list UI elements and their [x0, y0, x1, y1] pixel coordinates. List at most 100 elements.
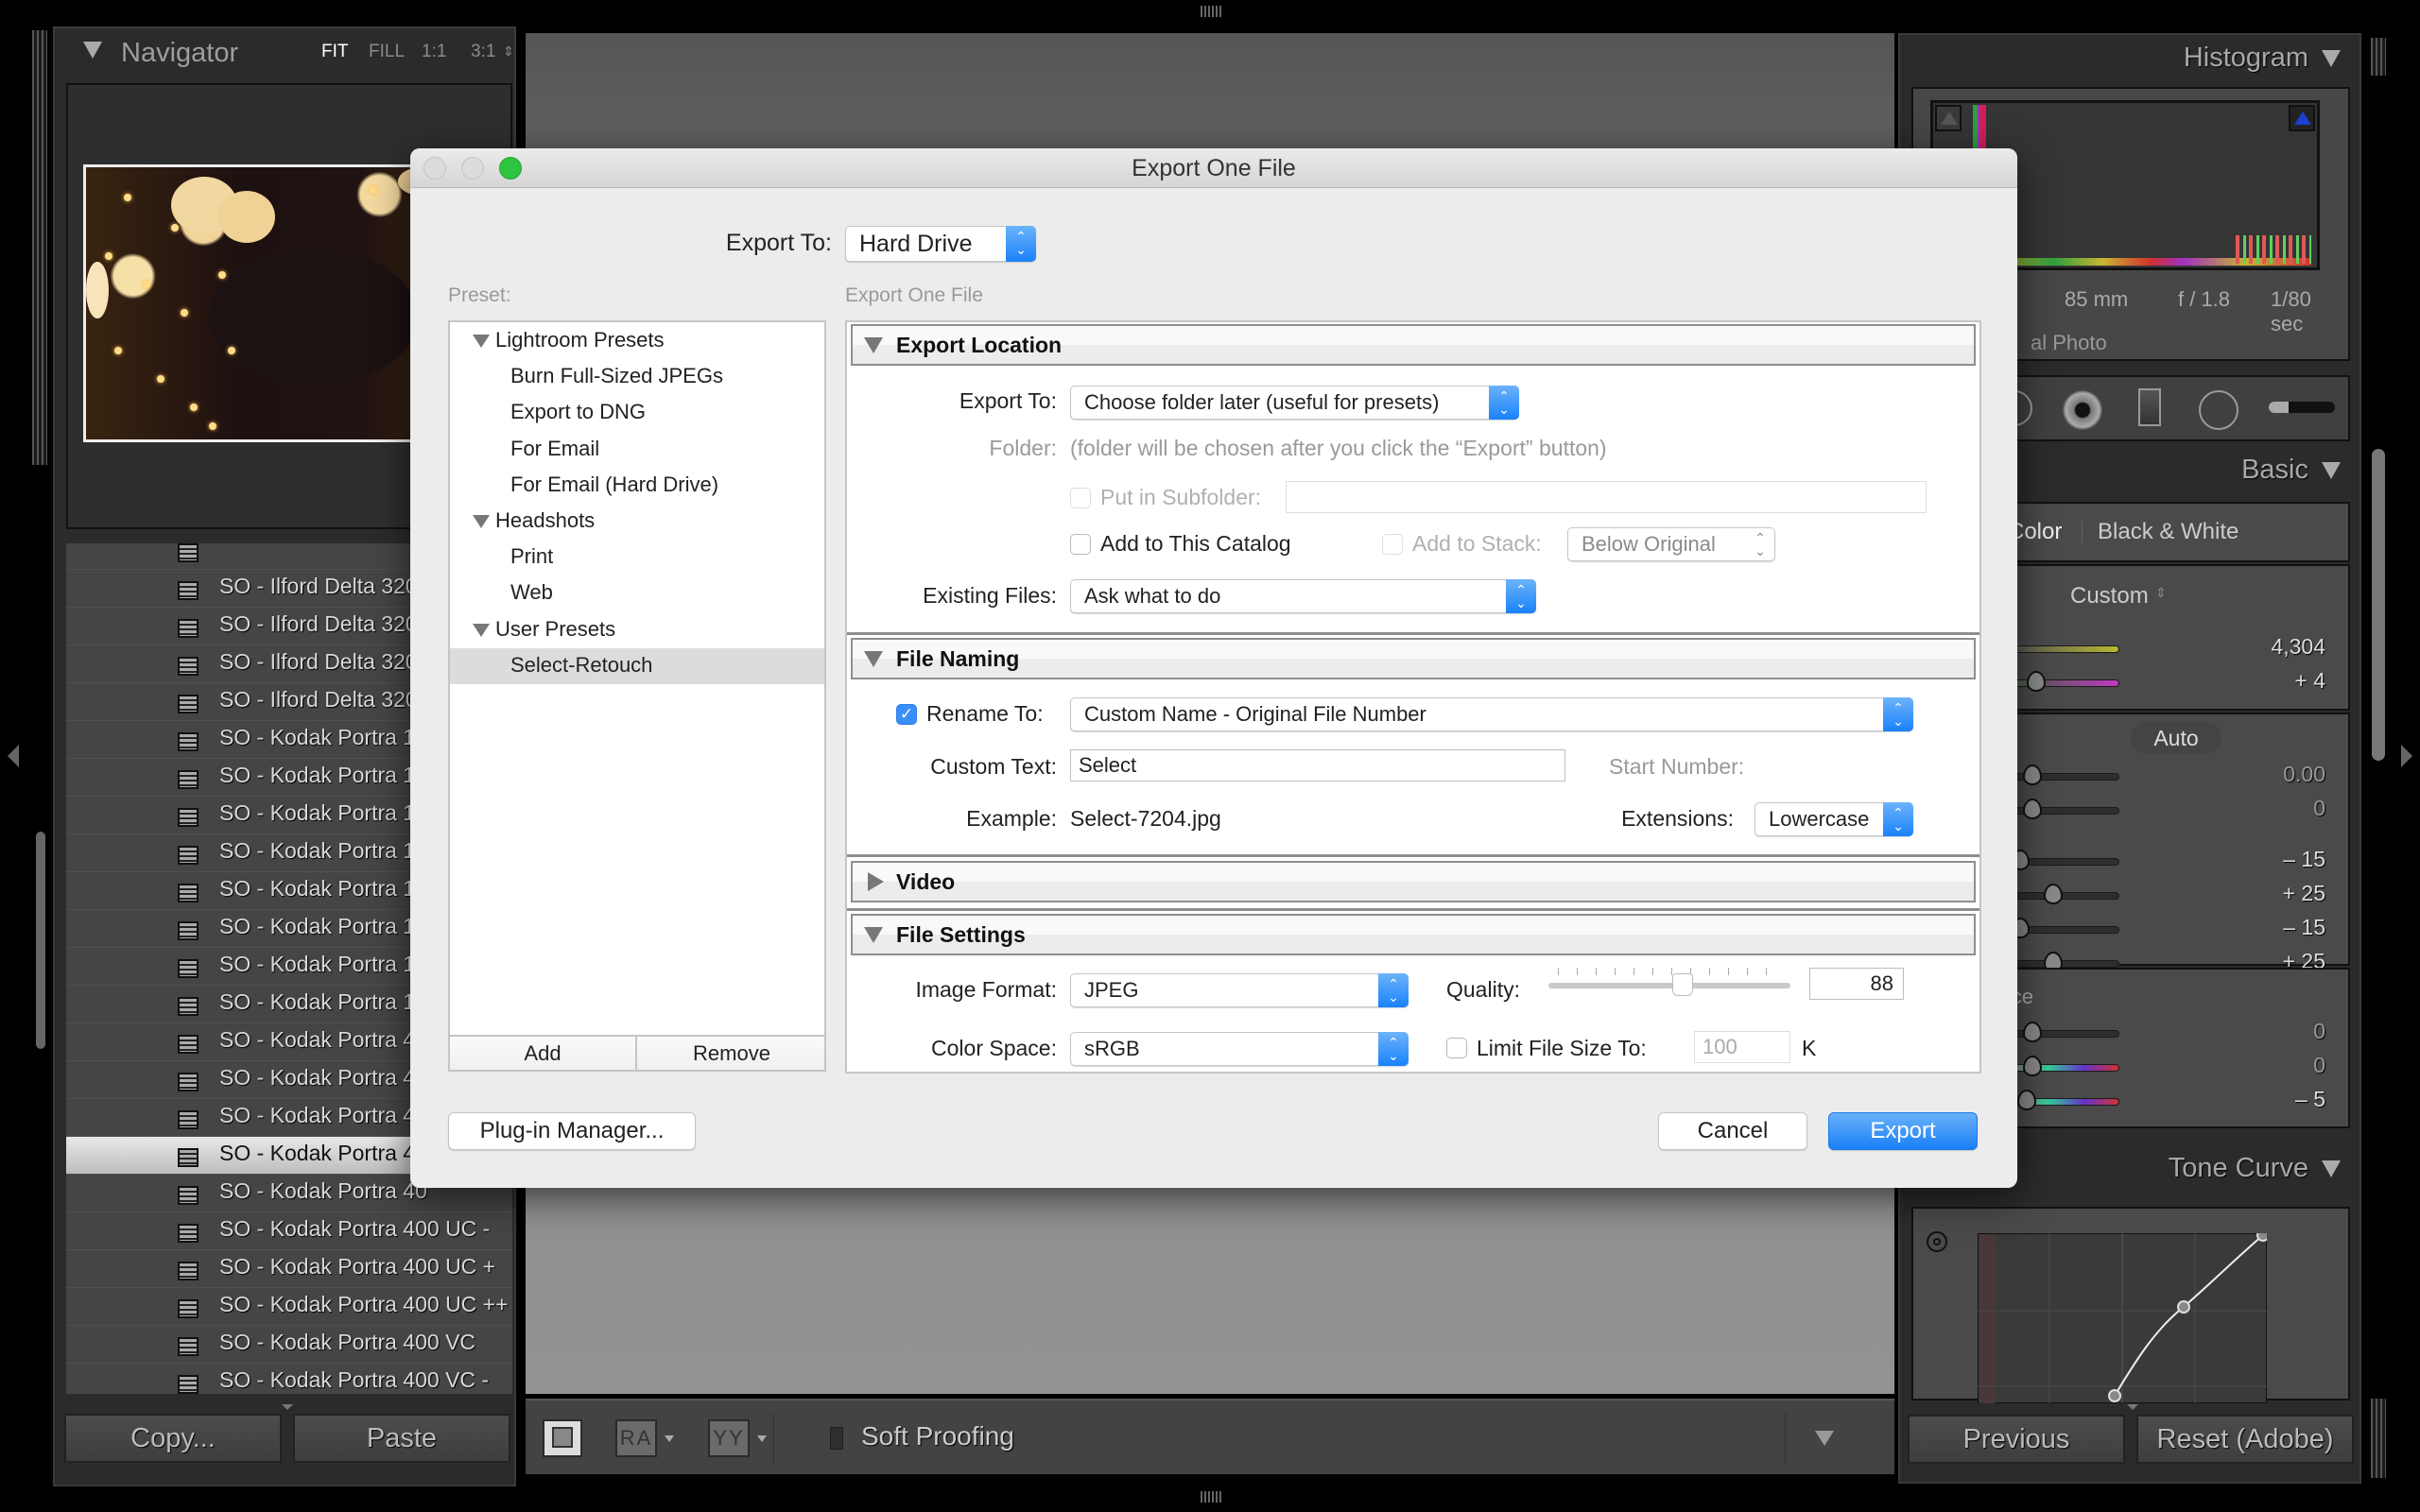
disclosure-triangle-icon[interactable] — [473, 623, 490, 637]
disclosure-triangle-icon[interactable] — [864, 337, 883, 353]
collapse-triangle-icon[interactable] — [2322, 462, 2341, 480]
zoom-stepper-icon[interactable]: ⇕ — [503, 43, 514, 60]
export-location-section-header[interactable]: Export Location — [851, 324, 1976, 366]
disclosure-triangle-icon[interactable] — [864, 651, 883, 667]
limit-size-input[interactable]: 100 — [1694, 1031, 1790, 1063]
right-panel-bottom-grip[interactable] — [2371, 1399, 2386, 1478]
disclosure-triangle-icon[interactable] — [473, 335, 490, 348]
adjustment-brush-icon[interactable] — [2269, 402, 2335, 413]
dropdown-arrow-icon[interactable] — [665, 1435, 674, 1442]
existing-files-select[interactable]: Ask what to do ⌃ ⌄ — [1070, 579, 1536, 613]
histogram-header[interactable]: Histogram — [2184, 43, 2341, 74]
exposure-slider-thumb[interactable] — [2023, 765, 2042, 785]
copy-settings-button[interactable]: Copy... — [64, 1414, 282, 1463]
right-panel-scroll-grip[interactable] — [2371, 38, 2386, 76]
tone-curve-graph[interactable] — [1978, 1233, 2267, 1403]
extensions-select[interactable]: Lowercase ⌃ ⌄ — [1754, 802, 1913, 836]
develop-preset-item[interactable]: SO - Kodak Portra 400 UC + — [66, 1250, 512, 1288]
exposure-value[interactable]: 0.00 — [2283, 762, 2325, 787]
rename-template-select[interactable]: Custom Name - Original File Number ⌃ ⌄ — [1070, 697, 1913, 731]
whites-value[interactable]: – 15 — [2283, 915, 2325, 940]
file-settings-section-header[interactable]: File Settings — [851, 914, 1976, 955]
preset-item[interactable]: Web — [450, 576, 824, 611]
tint-slider-thumb[interactable] — [2026, 671, 2046, 692]
radial-filter-icon[interactable] — [2199, 390, 2238, 430]
paste-settings-button[interactable]: Paste — [293, 1414, 510, 1463]
location-export-to-select[interactable]: Choose folder later (useful for presets)… — [1070, 386, 1519, 420]
left-panel-toggle-icon[interactable] — [8, 745, 19, 767]
right-scrollbar[interactable] — [2372, 449, 2385, 761]
disclosure-triangle-icon[interactable] — [864, 927, 883, 943]
disclosure-triangle-icon[interactable] — [868, 872, 884, 891]
loupe-view-button[interactable] — [543, 1419, 582, 1457]
add-stack-checkbox[interactable] — [1382, 534, 1403, 555]
shadows-value[interactable]: + 25 — [2283, 881, 2325, 906]
develop-preset-item[interactable]: SO - Kodak Portra 400 UC ++ — [66, 1288, 512, 1326]
zoom-fit[interactable]: FIT — [321, 42, 349, 62]
quality-slider[interactable] — [1548, 968, 1790, 1002]
top-panel-toggle[interactable] — [1201, 6, 1221, 17]
bottom-panel-toggle[interactable] — [1201, 1491, 1221, 1503]
saturation-value[interactable]: – 5 — [2295, 1087, 2325, 1112]
remove-preset-button[interactable]: Remove — [639, 1037, 824, 1070]
before-after-ra-button[interactable]: RA — [615, 1419, 657, 1457]
cancel-button[interactable]: Cancel — [1658, 1112, 1807, 1150]
treatment-bw-option[interactable]: Black & White — [2098, 519, 2238, 545]
dropdown-arrow-icon[interactable] — [757, 1435, 767, 1442]
color-space-select[interactable]: sRGB ⌃ ⌄ — [1070, 1032, 1409, 1066]
basic-header[interactable]: Basic — [2241, 455, 2341, 486]
limit-size-checkbox[interactable] — [1446, 1038, 1467, 1058]
previous-button[interactable]: Previous — [1908, 1415, 2125, 1464]
highlight-clipping-icon[interactable] — [2289, 105, 2315, 131]
disclosure-triangle-icon[interactable] — [473, 515, 490, 528]
export-button[interactable]: Export — [1828, 1112, 1978, 1150]
zoom-1-1[interactable]: 1:1 — [422, 42, 446, 62]
vibrance-slider-thumb[interactable] — [2023, 1056, 2042, 1076]
preset-item[interactable]: Select-Retouch — [450, 647, 824, 684]
video-section-header[interactable]: Video — [851, 861, 1976, 902]
clarity-value[interactable]: 0 — [2313, 1019, 2325, 1044]
collapse-triangle-icon[interactable] — [2322, 50, 2341, 68]
clarity-slider-thumb[interactable] — [2023, 1022, 2042, 1042]
contrast-value[interactable]: 0 — [2313, 796, 2325, 821]
preset-item[interactable]: Burn Full-Sized JPEGs — [450, 359, 824, 395]
quality-slider-thumb[interactable] — [1672, 973, 1694, 996]
collapse-triangle-icon[interactable] — [83, 42, 102, 59]
custom-text-input[interactable]: Select — [1070, 749, 1565, 782]
shadows-slider-thumb[interactable] — [2044, 884, 2064, 904]
right-panel-toggle-icon[interactable] — [2401, 745, 2412, 767]
add-catalog-checkbox[interactable] — [1070, 534, 1091, 555]
tone-curve-header[interactable]: Tone Curve — [2169, 1153, 2341, 1184]
export-to-select[interactable]: Hard Drive ⌃ ⌄ — [845, 226, 1036, 262]
temp-value[interactable]: 4,304 — [2271, 634, 2325, 660]
rename-checkbox[interactable]: ✓ — [896, 704, 917, 725]
left-panel-scroll-grip[interactable] — [32, 30, 47, 465]
add-preset-button[interactable]: Add — [450, 1037, 637, 1070]
stack-position-select[interactable]: Below Original ⌃ ⌄ — [1567, 527, 1775, 561]
shadow-clipping-icon[interactable] — [1935, 105, 1962, 131]
develop-preset-item[interactable]: SO - Kodak Portra 400 VC - — [66, 1364, 512, 1394]
zoom-fill[interactable]: FILL — [369, 42, 405, 62]
contrast-slider-thumb[interactable] — [2023, 799, 2042, 819]
develop-preset-item[interactable]: SO - Kodak Portra 400 UC - — [66, 1212, 512, 1250]
reset-adobe-button[interactable]: Reset (Adobe) — [2136, 1415, 2354, 1464]
collapse-triangle-icon[interactable] — [2322, 1160, 2341, 1178]
dialog-titlebar[interactable]: Export One File — [410, 148, 2017, 188]
auto-tone-button[interactable]: Auto — [2131, 722, 2221, 754]
preset-folder[interactable]: Headshots — [450, 504, 824, 540]
wb-select[interactable]: Custom — [2070, 583, 2149, 610]
saturation-slider-thumb[interactable] — [2017, 1090, 2037, 1110]
preset-folder[interactable]: User Presets — [450, 612, 824, 648]
targeted-adjustment-icon[interactable] — [1927, 1231, 1947, 1252]
preset-item[interactable]: Print — [450, 540, 824, 576]
toolbar-menu-triangle-icon[interactable] — [1815, 1431, 1834, 1446]
vibrance-value[interactable]: 0 — [2313, 1053, 2325, 1078]
graduated-filter-icon[interactable] — [2138, 388, 2161, 426]
develop-preset-item[interactable]: SO - Kodak Portra 400 VC — [66, 1326, 512, 1364]
preset-folder[interactable]: Lightroom Presets — [450, 323, 824, 359]
preset-item[interactable]: Export to DNG — [450, 395, 824, 431]
wb-stepper-icon[interactable]: ⇕ — [2155, 585, 2167, 601]
spot-removal-icon[interactable] — [2063, 390, 2102, 430]
zoom-3-1[interactable]: 3:1 — [471, 42, 495, 62]
subfolder-input[interactable] — [1286, 481, 1927, 513]
